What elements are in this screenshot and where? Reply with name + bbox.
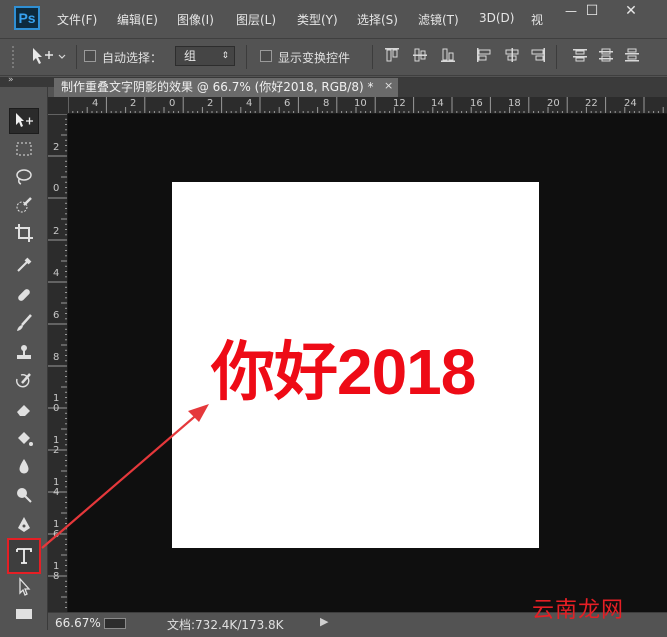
distribute-vcenter-icon[interactable] bbox=[598, 47, 614, 63]
ruler-label: 4 bbox=[246, 98, 253, 109]
history-brush-tool[interactable] bbox=[9, 368, 39, 394]
menu-filter[interactable]: 滤镜(T) bbox=[418, 11, 459, 28]
ruler-label: 1 8 bbox=[53, 561, 60, 582]
brush-tool[interactable] bbox=[9, 310, 39, 336]
ruler-label: 2 bbox=[130, 98, 137, 109]
menu-file[interactable]: 文件(F) bbox=[57, 11, 97, 28]
ruler-label: 12 bbox=[393, 98, 406, 109]
auto-select-dropdown[interactable]: 组 ⇕ bbox=[175, 46, 235, 66]
ruler-label: 8 bbox=[53, 352, 60, 363]
separator bbox=[372, 45, 373, 69]
ruler-label: 16 bbox=[470, 98, 483, 109]
ruler-label: 14 bbox=[431, 98, 444, 109]
expand-panel-icon[interactable]: » bbox=[8, 75, 14, 85]
eraser-tool[interactable] bbox=[9, 396, 39, 422]
ruler-label: 6 bbox=[53, 310, 60, 321]
marquee-tool[interactable] bbox=[9, 136, 39, 162]
separator bbox=[246, 45, 247, 69]
document-tab[interactable]: 制作重叠文字阴影的效果 @ 66.7% (你好2018, RGB/8) * bbox=[54, 78, 398, 97]
auto-select-label: 自动选择： bbox=[102, 51, 163, 65]
menu-select[interactable]: 选择(S) bbox=[357, 11, 398, 28]
document-size: 文档:732.4K/173.8K bbox=[167, 618, 284, 632]
status-menu-arrow[interactable]: ▶ bbox=[320, 615, 328, 628]
distribute-bottom-icon[interactable] bbox=[624, 47, 640, 63]
rectangle-tool[interactable] bbox=[9, 601, 39, 627]
align-vcenter-icon[interactable] bbox=[412, 47, 428, 63]
ruler-label: 6 bbox=[284, 98, 291, 109]
type-tool[interactable] bbox=[7, 538, 41, 574]
vertical-ruler[interactable]: 2 0 2 4 6 8 1 0 1 2 1 4 1 6 1 8 bbox=[48, 114, 68, 612]
clone-stamp-tool[interactable] bbox=[9, 340, 39, 366]
quick-selection-tool[interactable] bbox=[9, 192, 39, 218]
ruler-label: 8 bbox=[323, 98, 330, 109]
watermark: 云南龙网 bbox=[532, 598, 625, 623]
status-preview-icon[interactable] bbox=[104, 618, 126, 629]
eyedropper-tool[interactable] bbox=[9, 252, 39, 278]
ruler-label: 2 bbox=[53, 226, 60, 237]
ruler-label: 22 bbox=[585, 98, 598, 109]
ruler-label: 20 bbox=[547, 98, 560, 109]
zoom-level[interactable]: 66.67% bbox=[55, 616, 101, 630]
align-left-icon[interactable] bbox=[476, 47, 492, 63]
menu-type[interactable]: 类型(Y) bbox=[297, 11, 338, 28]
ruler-label: 1 0 bbox=[53, 393, 60, 414]
ruler-label: 18 bbox=[508, 98, 521, 109]
menu-view[interactable]: 视 bbox=[531, 11, 543, 28]
move-tool[interactable] bbox=[9, 108, 39, 134]
ruler-label: 4 bbox=[53, 268, 60, 279]
blur-tool[interactable] bbox=[9, 454, 39, 480]
menu-edit[interactable]: 编辑(E) bbox=[117, 11, 158, 28]
ruler-label: 0 bbox=[169, 98, 176, 109]
healing-brush-tool[interactable] bbox=[9, 282, 39, 308]
auto-select-value: 组 bbox=[184, 49, 197, 63]
close-button[interactable]: ✕ bbox=[612, 1, 650, 21]
paint-bucket-tool[interactable] bbox=[9, 426, 39, 452]
tab-bar-empty bbox=[398, 78, 667, 97]
ruler-label: 1 2 bbox=[53, 435, 60, 456]
menu-layer[interactable]: 图层(L) bbox=[236, 11, 276, 28]
horizontal-ruler[interactable]: 4 2 0 2 4 6 8 10 12 14 16 18 20 22 24 bbox=[68, 97, 667, 114]
move-tool-preset-icon[interactable] bbox=[30, 46, 70, 69]
updown-icon: ⇕ bbox=[221, 51, 229, 61]
separator bbox=[556, 45, 557, 69]
align-top-icon[interactable] bbox=[384, 47, 400, 63]
crop-tool[interactable] bbox=[9, 220, 39, 246]
ruler-label: 2 bbox=[53, 142, 60, 153]
text-layer[interactable]: 你好2018 bbox=[211, 332, 476, 412]
ruler-label: 24 bbox=[624, 98, 637, 109]
ruler-label: 1 4 bbox=[53, 477, 60, 498]
separator bbox=[76, 45, 77, 69]
align-hcenter-icon[interactable] bbox=[504, 47, 520, 63]
ruler-label: 0 bbox=[53, 183, 60, 194]
pen-tool[interactable] bbox=[9, 512, 39, 538]
dodge-tool[interactable] bbox=[9, 482, 39, 508]
auto-select-checkbox[interactable] bbox=[84, 50, 96, 62]
align-right-icon[interactable] bbox=[530, 47, 546, 63]
ruler-label: 1 6 bbox=[53, 519, 60, 540]
ruler-label: 2 bbox=[207, 98, 214, 109]
show-transform-checkbox[interactable] bbox=[260, 50, 272, 62]
close-document-icon[interactable]: × bbox=[384, 79, 393, 92]
distribute-top-icon[interactable] bbox=[572, 47, 588, 63]
options-grip bbox=[12, 46, 18, 68]
photoshop-logo: Ps bbox=[14, 6, 40, 30]
maximize-button[interactable]: ☐ bbox=[573, 1, 611, 21]
align-bottom-icon[interactable] bbox=[440, 47, 456, 63]
ruler-label: 4 bbox=[92, 98, 99, 109]
ruler-label: 10 bbox=[354, 98, 367, 109]
lasso-tool[interactable] bbox=[9, 164, 39, 190]
menu-image[interactable]: 图像(I) bbox=[177, 11, 214, 28]
path-selection-tool[interactable] bbox=[9, 574, 39, 600]
show-transform-label: 显示变换控件 bbox=[278, 51, 351, 65]
ruler-ticks bbox=[68, 97, 664, 113]
menu-3d[interactable]: 3D(D) bbox=[479, 11, 514, 25]
ruler-origin[interactable] bbox=[48, 97, 68, 114]
